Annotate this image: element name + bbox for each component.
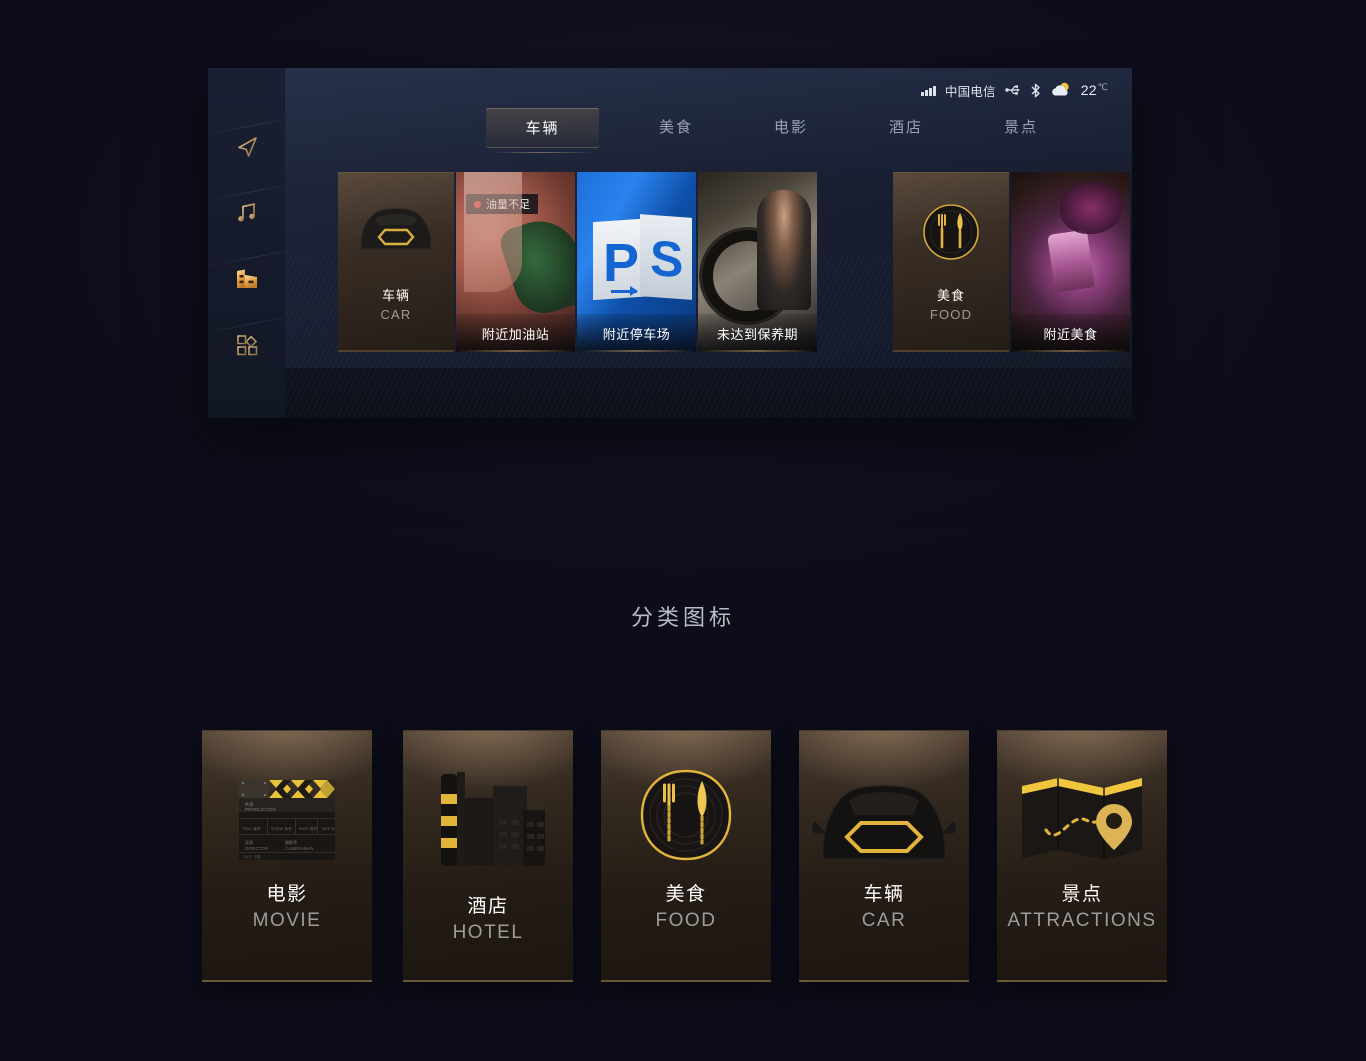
tab-hotel[interactable]: 酒店	[851, 108, 961, 148]
gallery-card-labels: 景点 ATTRACTIONS	[997, 879, 1167, 932]
gallery-card-labels: 美食 FOOD	[601, 879, 771, 932]
svg-text:DATE 日期: DATE 日期	[243, 854, 261, 859]
status-bar: 中国电信 22℃	[921, 79, 1108, 101]
navigation-icon	[237, 137, 257, 157]
photo-card-label: 未达到保养期	[698, 314, 817, 352]
photo-card-parking[interactable]: 附近停车场	[577, 172, 696, 352]
apps-grid-icon	[236, 335, 257, 356]
gallery-card-en: CAR	[861, 910, 907, 931]
svg-text:摄影师: 摄影师	[285, 839, 297, 845]
photo-card-underline	[1011, 350, 1130, 352]
category-tabs: 车辆 美食 电影 酒店 景点	[486, 108, 1090, 153]
partly-cloudy-icon	[1051, 82, 1069, 96]
page-root: 中国电信 22℃ 车辆 美食 电影 酒店 景点 车辆 CAR 油量不足 附近加油…	[0, 0, 1366, 1061]
photo-card-label: 附近美食	[1011, 314, 1130, 352]
parking-arrow-icon	[611, 286, 638, 296]
photo-card-maintenance[interactable]: 未达到保养期	[698, 172, 817, 352]
carrier-label: 中国电信	[944, 84, 996, 99]
category-icon-gallery: 片名 PRODUCTION ROLL 卷号 SCENE 场号 SHOT 镜号 T…	[202, 730, 1180, 982]
photo-card-label: 附近加油站	[456, 314, 575, 352]
category-card-en: FOOD	[929, 307, 973, 322]
temperature-label: 22℃	[1080, 82, 1108, 98]
category-card-cn: 美食	[936, 288, 965, 303]
svg-text:SHOT 镜号: SHOT 镜号	[299, 826, 318, 831]
svg-text:SCENE 场号: SCENE 场号	[271, 826, 292, 831]
gallery-card-car[interactable]: 车辆 CAR	[799, 730, 969, 982]
photo-card-food[interactable]: 附近美食	[1011, 172, 1130, 352]
clapperboard-icon: 片名 PRODUCTION ROLL 卷号 SCENE 场号 SHOT 镜号 T…	[202, 759, 372, 879]
photo-card-gas-station[interactable]: 油量不足 附近加油站	[456, 172, 575, 352]
car-head-unit-screen: 中国电信 22℃ 车辆 美食 电影 酒店 景点 车辆 CAR 油量不足 附近加油…	[208, 68, 1132, 418]
tab-car[interactable]: 车辆	[486, 108, 599, 153]
screen-floor	[208, 368, 1132, 418]
signal-bars-icon	[921, 85, 936, 96]
sidebar-item-music[interactable]	[208, 180, 285, 246]
gallery-card-en: FOOD	[655, 910, 717, 931]
parking-sign-secondary	[640, 214, 692, 300]
gallery-card-cn: 车辆	[863, 884, 905, 905]
hotel-building-icon	[403, 759, 573, 879]
gallery-card-labels: 酒店 HOTEL	[403, 891, 573, 944]
gallery-card-attractions[interactable]: 景点 ATTRACTIONS	[997, 730, 1167, 982]
store-icon	[236, 269, 257, 288]
category-card-cn: 车辆	[381, 288, 410, 303]
gallery-card-cn: 电影	[266, 884, 308, 905]
category-card-car[interactable]: 车辆 CAR	[338, 172, 454, 352]
bluetooth-icon	[1031, 83, 1040, 97]
gallery-card-hotel[interactable]: 酒店 HOTEL	[403, 730, 573, 982]
svg-text:PRODUCTION: PRODUCTION	[245, 807, 276, 812]
gallery-card-food[interactable]: 美食 FOOD	[601, 730, 771, 982]
category-card-en: CAR	[380, 307, 412, 322]
gallery-card-cn: 酒店	[467, 896, 509, 917]
svg-text:导演: 导演	[245, 839, 253, 845]
svg-text:TAKE 次: TAKE 次	[321, 826, 335, 831]
status-badge-low-fuel: 油量不足	[466, 194, 538, 214]
photo-card-underline	[698, 350, 817, 352]
cutlery-plate-icon	[893, 199, 1009, 269]
car-icon	[338, 199, 454, 257]
photo-card-underline	[456, 350, 575, 352]
photo-card-underline	[577, 350, 696, 352]
music-icon	[237, 203, 255, 222]
map-pin-icon	[997, 759, 1167, 879]
badge-label: 油量不足	[486, 199, 530, 211]
gallery-card-en: MOVIE	[252, 910, 322, 931]
svg-text:CAMERAMAN: CAMERAMAN	[285, 846, 314, 851]
alert-dot-icon	[474, 200, 481, 208]
tab-movie[interactable]: 电影	[736, 108, 846, 148]
sidebar-item-apps[interactable]	[208, 312, 285, 378]
gallery-card-movie[interactable]: 片名 PRODUCTION ROLL 卷号 SCENE 场号 SHOT 镜号 T…	[202, 730, 372, 982]
sidebar-item-store[interactable]	[208, 246, 285, 312]
svg-text:ROLL 卷号: ROLL 卷号	[243, 826, 261, 831]
gallery-card-cn: 景点	[1061, 884, 1103, 905]
cutlery-plate-icon	[601, 759, 771, 879]
tab-food[interactable]: 美食	[621, 108, 731, 148]
gallery-card-en: HOTEL	[452, 922, 524, 943]
sidebar-item-navigation[interactable]	[208, 114, 285, 180]
car-front-icon	[799, 759, 969, 879]
photo-card-label: 附近停车场	[577, 314, 696, 352]
gallery-card-cn: 美食	[665, 884, 707, 905]
svg-text:DIRECTOR: DIRECTOR	[245, 846, 268, 851]
gallery-card-en: ATTRACTIONS	[1007, 910, 1157, 931]
section-title: 分类图标	[630, 605, 735, 630]
sidebar	[208, 68, 285, 418]
gallery-card-labels: 电影 MOVIE	[202, 879, 372, 932]
category-card-food[interactable]: 美食 FOOD	[893, 172, 1009, 352]
tab-attraction[interactable]: 景点	[966, 108, 1076, 148]
gallery-card-labels: 车辆 CAR	[799, 879, 969, 932]
usb-icon	[1005, 85, 1020, 95]
